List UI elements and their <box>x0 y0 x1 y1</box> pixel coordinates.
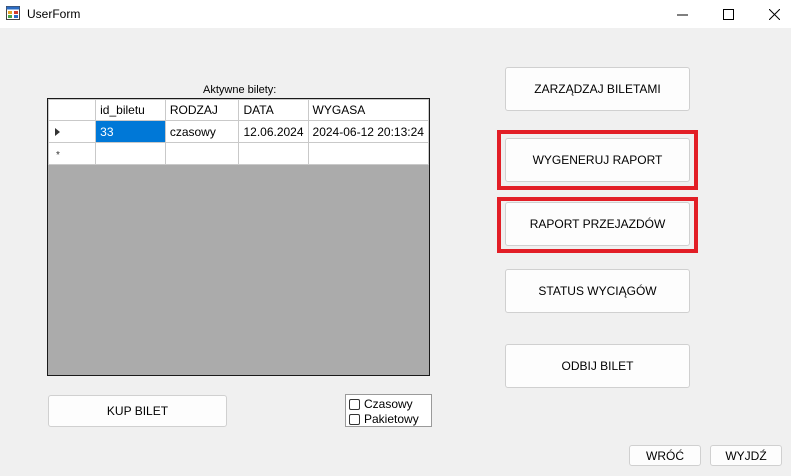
new-cell[interactable] <box>307 142 429 165</box>
grid-header-row: id_biletu RODZAJ DATA WYGASA <box>48 99 429 121</box>
new-row-asterisk-icon: * <box>56 149 60 161</box>
back-button[interactable]: WRÓĆ <box>629 445 701 466</box>
cell-data[interactable]: 12.06.2024 <box>238 120 309 143</box>
close-icon <box>768 8 780 20</box>
column-header-data[interactable]: DATA <box>238 99 309 121</box>
column-header-id-biletu[interactable]: id_biletu <box>95 99 166 121</box>
manage-tickets-button[interactable]: ZARZĄDZAJ BILETAMI <box>505 67 690 111</box>
minimize-button[interactable] <box>659 0 705 28</box>
new-cell[interactable] <box>164 142 240 165</box>
tickets-table: id_biletu RODZAJ DATA WYGASA 33 czasowy … <box>48 99 429 165</box>
checkbox-icon[interactable] <box>349 398 360 410</box>
lift-status-button[interactable]: STATUS WYCIĄGÓW <box>505 269 690 313</box>
generate-report-button[interactable]: WYGENERUJ RAPORT <box>505 138 690 182</box>
current-row-pointer-icon <box>55 128 60 137</box>
grid-corner-cell[interactable] <box>48 99 97 121</box>
checkbox-czasowy-label: Czasowy <box>364 397 413 411</box>
new-cell[interactable] <box>95 142 166 165</box>
cell-rodzaj[interactable]: czasowy <box>164 120 240 143</box>
new-row-header[interactable]: * <box>48 142 97 165</box>
table-row[interactable]: 33 czasowy 12.06.2024 2024-06-12 20:13:2… <box>48 120 429 143</box>
tickets-grid[interactable]: id_biletu RODZAJ DATA WYGASA 33 czasowy … <box>47 98 430 376</box>
exit-button[interactable]: WYJDŹ <box>710 445 782 466</box>
minimize-icon <box>676 14 688 15</box>
winforms-app-icon <box>6 6 20 20</box>
checkbox-icon[interactable] <box>349 413 360 425</box>
checkbox-pakietowy-label: Pakietowy <box>364 412 419 426</box>
maximize-icon <box>722 8 734 20</box>
ticket-type-group: Czasowy Pakietowy <box>345 394 432 427</box>
stamp-ticket-button[interactable]: ODBIJ BILET <box>505 344 690 388</box>
column-header-rodzaj[interactable]: RODZAJ <box>164 99 240 121</box>
rides-report-button[interactable]: RAPORT PRZEJAZDÓW <box>505 202 690 246</box>
window-title: UserForm <box>27 7 81 21</box>
new-table-row[interactable]: * <box>48 142 429 165</box>
checkbox-czasowy[interactable]: Czasowy <box>349 397 413 411</box>
row-header[interactable] <box>48 120 97 143</box>
new-cell[interactable] <box>238 142 309 165</box>
checkbox-pakietowy[interactable]: Pakietowy <box>349 412 419 426</box>
maximize-button[interactable] <box>705 0 751 28</box>
buy-ticket-button[interactable]: KUP BILET <box>48 395 227 427</box>
cell-id-biletu[interactable]: 33 <box>95 120 166 143</box>
cell-wygasa[interactable]: 2024-06-12 20:13:24 <box>307 120 429 143</box>
column-header-wygasa[interactable]: WYGASA <box>307 99 429 121</box>
close-button[interactable] <box>751 0 791 28</box>
title-bar: UserForm <box>0 0 791 28</box>
active-tickets-label: Aktywne bilety: <box>203 84 277 96</box>
